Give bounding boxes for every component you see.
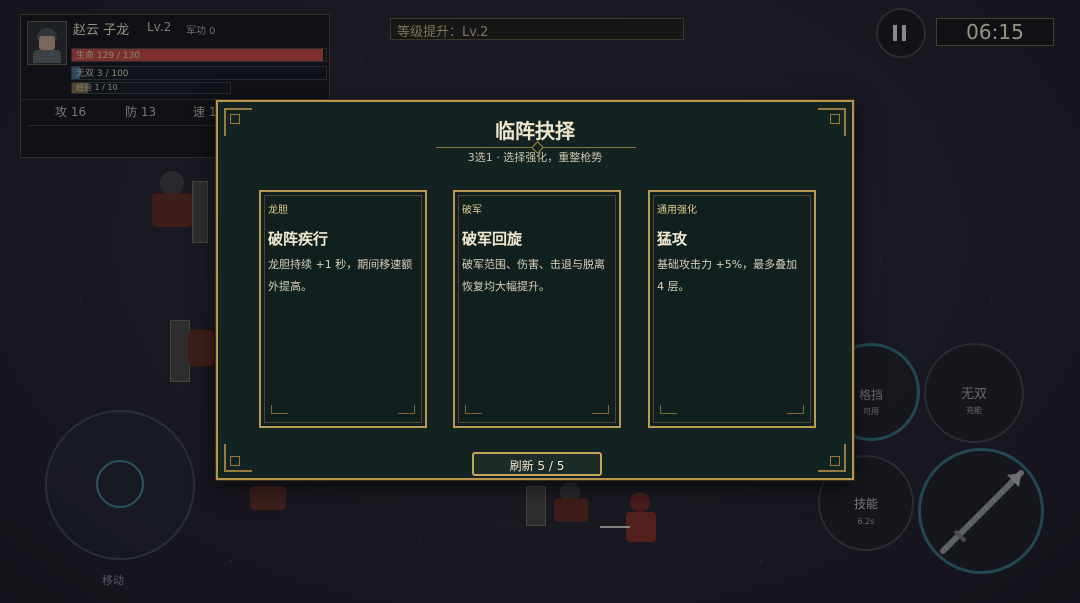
upgrade-card[interactable]: 龙胆 破阵疾行 龙胆持续 +1 秒，期间移速额外提高。 (259, 190, 427, 428)
card-name: 猛攻 (657, 230, 688, 248)
card-name: 破军回旋 (462, 230, 523, 248)
upgrade-card[interactable]: 通用强化 猛攻 基础攻击力 +5%，最多叠加 4 层。 (648, 190, 816, 428)
card-description: 龙胆持续 +1 秒，期间移速额外提高。 (268, 258, 413, 293)
card-tag: 通用强化 (657, 205, 697, 216)
upgrade-choice-dialog: 临阵抉择 3选1 · 选择强化，重整枪势 龙胆 破阵疾行 龙胆持续 +1 秒，期… (216, 100, 854, 480)
card-tag: 破军 (462, 205, 482, 216)
card-description: 基础攻击力 +5%，最多叠加 4 层。 (657, 258, 798, 293)
refresh-label: 刷新 5 / 5 (509, 459, 565, 473)
upgrade-card[interactable]: 破军 破军回旋 破军范围、伤害、击退与脱离恢复均大幅提升。 (453, 190, 621, 428)
card-tag: 龙胆 (268, 205, 288, 216)
card-name: 破阵疾行 (268, 230, 329, 248)
dialog-title: 临阵抉择 (495, 119, 575, 143)
dialog-subtitle: 3选1 · 选择强化，重整枪势 (467, 151, 603, 164)
refresh-button[interactable]: 刷新 5 / 5 (472, 452, 602, 476)
card-description: 破军范围、伤害、击退与脱离恢复均大幅提升。 (462, 258, 605, 293)
